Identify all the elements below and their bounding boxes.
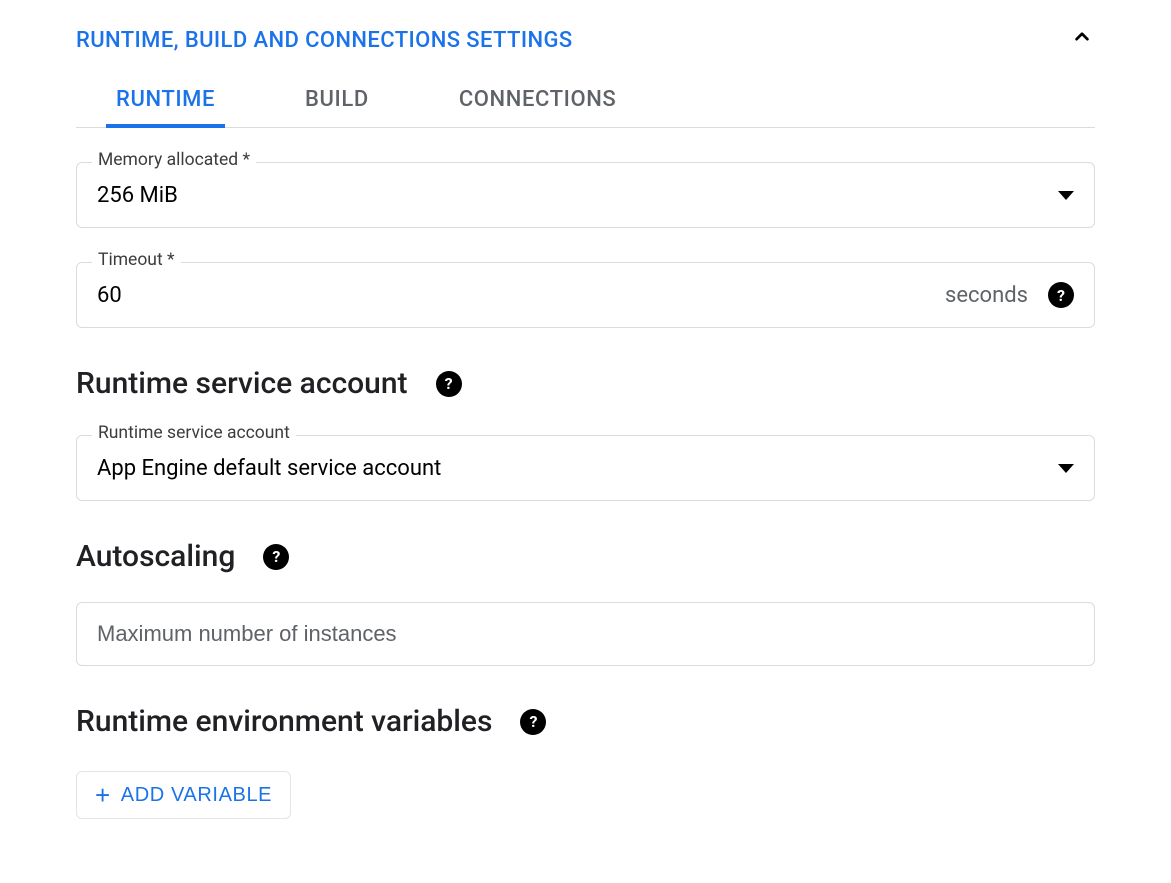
service-account-label: Runtime service account xyxy=(92,423,296,443)
plus-icon: + xyxy=(95,782,111,808)
memory-field: Memory allocated * 256 MiB xyxy=(76,162,1095,228)
timeout-suffix-group: seconds ? xyxy=(945,282,1074,308)
help-icon[interactable]: ? xyxy=(1048,282,1074,308)
service-account-heading: Runtime service account xyxy=(76,366,408,401)
section-title: RUNTIME, BUILD AND CONNECTIONS SETTINGS xyxy=(76,28,573,53)
service-account-heading-row: Runtime service account ? xyxy=(76,366,1095,401)
timeout-label: Timeout * xyxy=(92,250,181,270)
max-instances-input[interactable] xyxy=(76,602,1095,666)
section-toggle-header[interactable]: RUNTIME, BUILD AND CONNECTIONS SETTINGS xyxy=(76,24,1095,57)
help-icon[interactable]: ? xyxy=(520,709,546,735)
memory-select[interactable]: 256 MiB xyxy=(76,162,1095,228)
dropdown-caret-icon xyxy=(1058,191,1074,200)
tab-runtime[interactable]: RUNTIME xyxy=(106,75,225,128)
memory-value: 256 MiB xyxy=(97,183,1058,208)
tab-connections[interactable]: CONNECTIONS xyxy=(449,75,627,128)
env-heading-row: Runtime environment variables ? xyxy=(76,704,1095,739)
timeout-box: seconds ? xyxy=(76,262,1095,328)
service-account-select[interactable]: App Engine default service account xyxy=(76,435,1095,501)
chevron-up-icon xyxy=(1069,24,1095,57)
service-account-value: App Engine default service account xyxy=(97,456,1058,481)
service-account-field: Runtime service account App Engine defau… xyxy=(76,435,1095,501)
timeout-input[interactable] xyxy=(97,283,945,308)
env-heading: Runtime environment variables xyxy=(76,704,492,739)
tabs: RUNTIME BUILD CONNECTIONS xyxy=(76,75,1095,128)
memory-label: Memory allocated * xyxy=(92,150,256,170)
add-variable-label: ADD VARIABLE xyxy=(121,784,272,807)
help-icon[interactable]: ? xyxy=(263,544,289,570)
autoscaling-heading-row: Autoscaling ? xyxy=(76,539,1095,574)
autoscaling-heading: Autoscaling xyxy=(76,539,235,574)
dropdown-caret-icon xyxy=(1058,464,1074,473)
help-icon[interactable]: ? xyxy=(436,371,462,397)
timeout-suffix: seconds xyxy=(945,283,1028,308)
add-variable-button[interactable]: + ADD VARIABLE xyxy=(76,771,291,819)
tab-build[interactable]: BUILD xyxy=(295,75,379,128)
timeout-field: Timeout * seconds ? xyxy=(76,262,1095,328)
